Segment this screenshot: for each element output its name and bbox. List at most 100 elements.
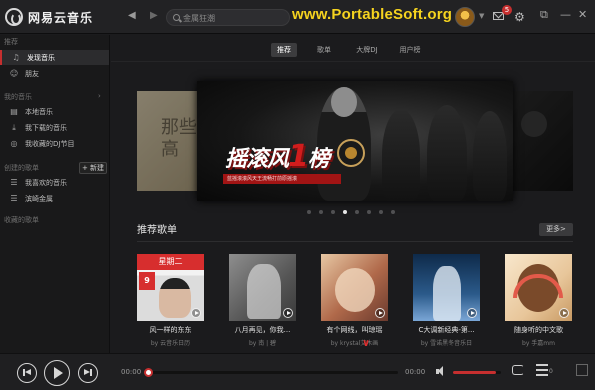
- volume-slider[interactable]: [453, 371, 501, 374]
- banner-strip: 蓝摇滚滚风天王流畅打前原摇滚: [223, 174, 341, 184]
- playlist-count: 0: [549, 368, 553, 375]
- cover-portrait: [335, 268, 375, 312]
- tab-playlists[interactable]: 歌单: [311, 43, 337, 57]
- sidebar-heading-collected: 收藏的歌单: [4, 216, 39, 224]
- more-button[interactable]: 更多>: [539, 223, 573, 236]
- tab-user-rank[interactable]: 用户榜: [395, 43, 425, 57]
- watermark-text: www.PortableSoft.org: [292, 6, 453, 23]
- close-button[interactable]: ✕: [578, 8, 587, 21]
- red-check-mark-icon: ∨: [362, 338, 371, 349]
- local-music-icon: ▤: [10, 107, 18, 116]
- play-circle-icon[interactable]: [467, 308, 477, 318]
- playlist-title[interactable]: 随身听的中文歌: [501, 325, 576, 335]
- banner-dim-overlay: [137, 91, 197, 191]
- weekday-tag: 星期二: [137, 254, 204, 270]
- playlist-author[interactable]: by 手嘉mm: [501, 338, 576, 347]
- next-track-button[interactable]: [78, 363, 98, 383]
- search-box[interactable]: [166, 9, 290, 26]
- banner-figure: [382, 109, 420, 201]
- playlist-title[interactable]: C大调新经典-第...: [409, 325, 484, 335]
- forward-button[interactable]: ▶: [150, 10, 158, 21]
- sidebar-item-playlist[interactable]: ☰ 滨崎金属: [0, 191, 109, 206]
- banner-title-b: 榜: [307, 147, 330, 172]
- tab-recommend[interactable]: 推荐: [271, 43, 297, 57]
- playlist-title[interactable]: 八月再见，你我...: [225, 325, 300, 335]
- playlist-queue-icon[interactable]: [536, 364, 548, 376]
- banner-figure: [473, 111, 507, 201]
- chevron-right-icon[interactable]: ›: [98, 92, 101, 100]
- carousel-dot[interactable]: [355, 210, 359, 214]
- search-icon: [173, 14, 180, 21]
- playlist-cover[interactable]: 星期二 9: [137, 254, 204, 321]
- sidebar-item-discover[interactable]: ♫ 发现音乐: [0, 50, 109, 65]
- sidebar-item-label: 我收藏的DJ节目: [25, 140, 75, 148]
- carousel-dot[interactable]: [367, 210, 371, 214]
- app-title: 网易云音乐: [28, 11, 94, 25]
- user-avatar[interactable]: [455, 7, 475, 27]
- sidebar-item-label: 滨崎金属: [25, 195, 53, 203]
- play-circle-icon[interactable]: [191, 308, 201, 318]
- playlist-cover[interactable]: [413, 254, 480, 321]
- banner-next-slide[interactable]: [513, 91, 573, 191]
- volume-fill: [453, 371, 497, 374]
- sidebar-heading-my-music: 我的音乐: [4, 93, 32, 101]
- mail-badge: 5: [502, 5, 512, 15]
- title-bar: 网易云音乐 ◀ ▶ www.PortableSoft.org ▼ 5 ⚙ ⧉ —…: [0, 0, 595, 34]
- section-title: 推荐歌单: [137, 225, 177, 236]
- banner-title-a: 摇滚风: [225, 147, 289, 172]
- carousel-dot[interactable]: [391, 210, 395, 214]
- mini-mode-button[interactable]: ⧉: [540, 8, 548, 22]
- progress-handle[interactable]: [144, 368, 153, 377]
- playlist-author[interactable]: by 南 | 碧: [225, 338, 300, 347]
- banner-main[interactable]: 摇滚风1榜 蓝摇滚滚风天王流畅打前原摇滚: [197, 81, 513, 201]
- divider: [111, 61, 595, 62]
- banner-prev-slide[interactable]: 那些天高: [137, 91, 197, 191]
- music-note-icon: ♫: [12, 53, 20, 62]
- playlist-author[interactable]: by 雪诺黑冬音乐日: [409, 338, 484, 347]
- sidebar-item-friends[interactable]: ☺ 朋友: [0, 66, 109, 81]
- play-button[interactable]: [44, 360, 70, 386]
- playlist-title[interactable]: 有个网线，叫琼瑶: [317, 325, 392, 335]
- progress-slider[interactable]: [144, 368, 398, 377]
- playlist-cover[interactable]: [229, 254, 296, 321]
- netease-logo-icon: [5, 8, 23, 26]
- sidebar-item-label: 我下载的音乐: [25, 124, 67, 132]
- playlist-cover[interactable]: [505, 254, 572, 321]
- sidebar-item-label: 发现音乐: [27, 54, 55, 62]
- sidebar-item-liked-music[interactable]: ☰ 我喜欢的音乐: [0, 175, 109, 190]
- resize-grip-icon[interactable]: [576, 364, 588, 376]
- volume-icon[interactable]: [436, 366, 448, 378]
- divider: [137, 241, 573, 242]
- tab-dj[interactable]: 大牌DJ: [349, 43, 385, 57]
- carousel-dot[interactable]: [307, 210, 311, 214]
- minimize-button[interactable]: —: [560, 8, 571, 21]
- carousel-dot[interactable]: [331, 210, 335, 214]
- play-circle-icon[interactable]: [375, 308, 385, 318]
- playlist-cover[interactable]: [321, 254, 388, 321]
- playlist-icon: ☰: [10, 194, 18, 203]
- banner-figure-head: [331, 87, 357, 117]
- chevron-down-icon[interactable]: ▼: [479, 12, 484, 20]
- sidebar-item-downloads[interactable]: ⤓ 我下载的音乐: [0, 120, 109, 135]
- sidebar-item-dj-programs[interactable]: ◎ 我收藏的DJ节目: [0, 136, 109, 151]
- date-tag: 9: [139, 272, 155, 290]
- carousel-dot[interactable]: [319, 210, 323, 214]
- cover-figure: [433, 266, 461, 321]
- play-circle-icon[interactable]: [283, 308, 293, 318]
- carousel-dot-active[interactable]: [343, 210, 347, 214]
- new-playlist-button[interactable]: + 新建: [79, 162, 107, 174]
- playlist-author[interactable]: by krystal艾木画: [317, 338, 392, 347]
- gear-icon[interactable]: ⚙: [514, 10, 525, 24]
- back-button[interactable]: ◀: [128, 10, 136, 21]
- play-circle-icon[interactable]: [559, 308, 569, 318]
- playlist-title[interactable]: 风一样的东东: [133, 325, 208, 335]
- carousel-dot[interactable]: [379, 210, 383, 214]
- previous-track-button[interactable]: [17, 363, 37, 383]
- playlist-author[interactable]: by 云音乐日历: [133, 338, 208, 347]
- banner-dim-overlay: [513, 91, 573, 191]
- search-input[interactable]: [183, 12, 283, 24]
- banner-title: 摇滚风1榜: [225, 139, 330, 174]
- record-badge-icon: [337, 139, 365, 167]
- sidebar-item-local-music[interactable]: ▤ 本地音乐: [0, 104, 109, 119]
- loop-icon[interactable]: [512, 365, 524, 375]
